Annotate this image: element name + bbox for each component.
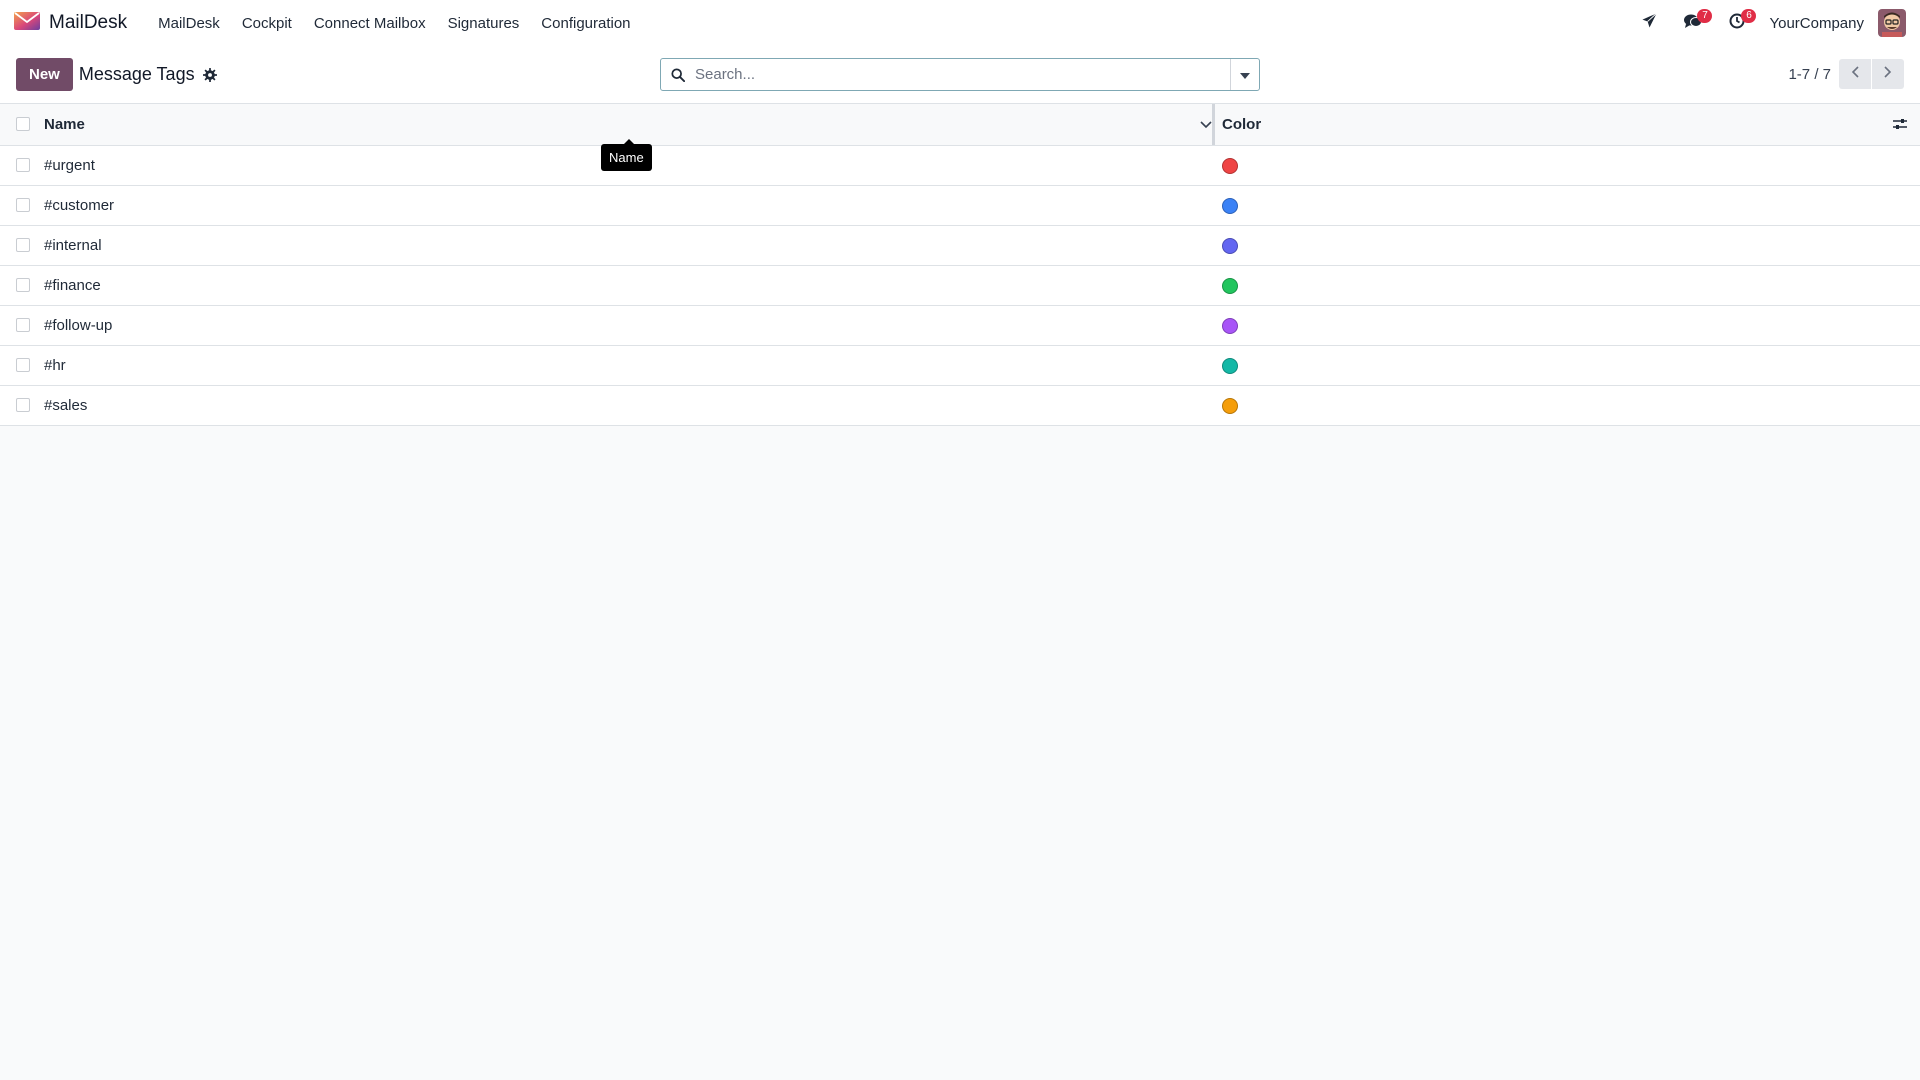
- row-checkbox[interactable]: [16, 238, 30, 252]
- tooltip-arrow: [623, 139, 635, 145]
- chevron-down-icon: [1200, 116, 1212, 133]
- color-dot: [1222, 197, 1238, 214]
- main-navbar: MailDesk MailDesk Cockpit Connect Mailbo…: [0, 0, 1920, 46]
- row-checkbox[interactable]: [16, 318, 30, 332]
- select-all-checkbox[interactable]: [16, 117, 30, 132]
- avatar[interactable]: [1878, 9, 1906, 37]
- pager: 1-7 / 7: [1788, 59, 1904, 89]
- menu-configuration[interactable]: Configuration: [530, 15, 641, 32]
- color-dot: [1222, 277, 1238, 294]
- paper-plane-icon: [1642, 13, 1657, 33]
- row-checkbox[interactable]: [16, 358, 30, 372]
- search-bar: [660, 58, 1260, 91]
- brand[interactable]: MailDesk: [14, 11, 128, 35]
- messages-button[interactable]: 7: [1671, 8, 1715, 38]
- color-dot: [1222, 317, 1238, 334]
- tag-name[interactable]: #hr: [44, 345, 1214, 385]
- search-icon: [661, 67, 695, 82]
- search-input[interactable]: [695, 59, 1230, 90]
- pager-previous-button[interactable]: [1839, 59, 1871, 89]
- tag-name[interactable]: #customer: [44, 185, 1214, 225]
- table-row[interactable]: #sales: [0, 385, 1920, 425]
- caret-down-icon: [1240, 66, 1250, 84]
- search-options-toggle[interactable]: [1230, 59, 1259, 90]
- column-tooltip: Name: [601, 139, 652, 171]
- row-checkbox[interactable]: [16, 278, 30, 292]
- row-checkbox[interactable]: [16, 398, 30, 412]
- color-dot: [1222, 157, 1238, 174]
- optional-columns-cell: [1880, 104, 1920, 145]
- systray: 7 6 YourCompany: [1627, 8, 1906, 38]
- chevron-right-icon: [1884, 65, 1892, 83]
- color-dot: [1222, 357, 1238, 374]
- messages-badge: 7: [1697, 9, 1713, 23]
- sliders-icon[interactable]: [1880, 118, 1920, 130]
- select-all-cell: [0, 104, 44, 145]
- table-row[interactable]: #internal: [0, 225, 1920, 265]
- table-row[interactable]: #hr: [0, 345, 1920, 385]
- tag-name[interactable]: #follow-up: [44, 305, 1214, 345]
- chevron-left-icon: [1851, 65, 1859, 83]
- table-row[interactable]: #urgent: [0, 145, 1920, 185]
- tag-name[interactable]: #finance: [44, 265, 1214, 305]
- color-dot: [1222, 397, 1238, 414]
- row-checkbox[interactable]: [16, 198, 30, 212]
- menu-cockpit[interactable]: Cockpit: [231, 15, 303, 32]
- tag-name[interactable]: #sales: [44, 385, 1214, 425]
- column-color-label: Color: [1222, 115, 1262, 133]
- tooltip-text: Name: [609, 150, 644, 165]
- page-title: Message Tags: [78, 64, 195, 84]
- pager-value[interactable]: 1-7 / 7: [1788, 66, 1831, 83]
- activities-button[interactable]: 6: [1715, 8, 1759, 38]
- table-row[interactable]: #finance: [0, 265, 1920, 305]
- company-switcher[interactable]: YourCompany: [1769, 15, 1864, 32]
- menu-connect-mailbox[interactable]: Connect Mailbox: [303, 15, 437, 32]
- brand-name: MailDesk: [49, 12, 128, 33]
- new-button[interactable]: New: [16, 58, 73, 91]
- gear-icon[interactable]: [202, 67, 217, 82]
- color-dot: [1222, 237, 1238, 254]
- send-button[interactable]: [1627, 8, 1671, 38]
- menu-maildesk[interactable]: MailDesk: [147, 15, 231, 32]
- table-row[interactable]: #follow-up: [0, 305, 1920, 345]
- envelope-icon: [14, 11, 40, 35]
- control-panel: New Message Tags 1-7 / 7: [0, 46, 1920, 104]
- activities-badge: 6: [1741, 9, 1757, 23]
- column-header-color[interactable]: Color: [1214, 104, 1880, 145]
- row-checkbox[interactable]: [16, 158, 30, 172]
- column-name-label: Name: [44, 115, 85, 133]
- main-menu: MailDesk Cockpit Connect Mailbox Signatu…: [147, 15, 641, 32]
- table-header-row: Name Color: [0, 104, 1920, 145]
- tags-list: Name Color #urgent #customer #internal #…: [0, 104, 1920, 426]
- tag-name[interactable]: #internal: [44, 225, 1214, 265]
- pager-next-button[interactable]: [1872, 59, 1904, 89]
- menu-signatures[interactable]: Signatures: [437, 15, 531, 32]
- table-row[interactable]: #customer: [0, 185, 1920, 225]
